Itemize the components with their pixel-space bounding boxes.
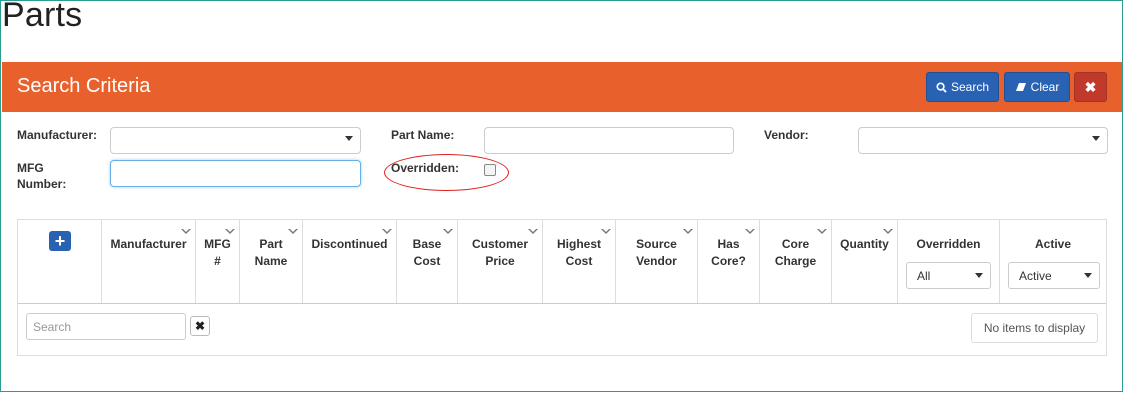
add-icon[interactable]: + xyxy=(49,231,71,251)
active-filter-value: Active xyxy=(1019,269,1052,283)
column-label: Base xyxy=(412,237,442,251)
sort-icon[interactable] xyxy=(683,229,693,234)
clear-button-label: Clear xyxy=(1030,80,1060,94)
sort-icon[interactable] xyxy=(443,229,453,234)
column-header-discontinued[interactable]: Discontinued xyxy=(303,220,397,303)
active-filter-select[interactable]: Active xyxy=(1008,262,1100,289)
column-label: Has xyxy=(717,237,740,251)
column-label: Source xyxy=(636,237,677,251)
mfg-number-label: MFG Number: xyxy=(17,160,66,192)
column-header-manufacturer[interactable]: Manufacturer xyxy=(102,220,196,303)
mfg-number-label-line2: Number: xyxy=(17,177,67,191)
manufacturer-select[interactable] xyxy=(110,127,361,154)
chevron-down-icon xyxy=(1092,136,1100,141)
overridden-filter-value: All xyxy=(917,269,931,283)
column-header-quantity[interactable]: Quantity xyxy=(832,220,898,303)
column-header-part-name[interactable]: Part Name xyxy=(240,220,303,303)
sort-icon[interactable] xyxy=(883,229,893,234)
overridden-filter-select[interactable]: All xyxy=(906,262,991,289)
add-column: + xyxy=(18,220,102,303)
column-label: Cost xyxy=(413,254,441,268)
close-button[interactable]: ✖ xyxy=(1074,72,1107,102)
close-icon: ✖ xyxy=(194,319,206,333)
part-name-label: Part Name: xyxy=(391,128,455,142)
column-label: MFG xyxy=(204,237,231,251)
search-icon xyxy=(936,81,947,93)
chevron-down-icon xyxy=(1084,273,1092,278)
overridden-checkbox[interactable] xyxy=(484,164,496,176)
grid-header: + Manufacturer MFG # Part Name Discontinue… xyxy=(18,220,1106,304)
sort-icon[interactable] xyxy=(601,229,611,234)
vendor-label: Vendor: xyxy=(764,128,809,142)
sort-icon[interactable] xyxy=(817,229,827,234)
column-label: Overridden xyxy=(916,237,981,251)
eraser-icon xyxy=(1015,83,1026,91)
column-label: Charge xyxy=(774,254,817,268)
search-button-label: Search xyxy=(950,80,990,94)
column-label: Customer xyxy=(471,237,528,251)
column-label: Name xyxy=(254,254,288,268)
column-label: Highest xyxy=(556,237,601,251)
add-icon-glyph: + xyxy=(54,231,66,251)
column-label: Manufacturer xyxy=(110,237,187,251)
column-label: Core? xyxy=(711,254,746,268)
column-header-active: Active Active xyxy=(1000,220,1106,303)
sort-icon[interactable] xyxy=(181,229,191,234)
column-label: Quantity xyxy=(840,237,889,251)
sort-icon[interactable] xyxy=(528,229,538,234)
column-label: Discontinued xyxy=(311,237,388,251)
column-header-source-vendor[interactable]: Source Vendor xyxy=(616,220,698,303)
page-title: Parts xyxy=(2,0,83,34)
mfg-number-label-line1: MFG xyxy=(17,161,44,175)
part-name-input[interactable] xyxy=(484,127,734,154)
chevron-down-icon xyxy=(345,136,353,141)
column-header-customer-price[interactable]: Customer Price xyxy=(458,220,543,303)
clear-button[interactable]: Clear xyxy=(1004,72,1070,102)
mfg-number-input[interactable] xyxy=(110,160,361,187)
sort-icon[interactable] xyxy=(382,229,392,234)
column-label: # xyxy=(214,254,221,268)
search-button[interactable]: Search xyxy=(926,72,999,102)
parts-grid: + Manufacturer MFG # Part Name Discontinue… xyxy=(17,219,1107,356)
column-header-has-core[interactable]: Has Core? xyxy=(698,220,760,303)
search-criteria-header: Search Criteria Search Clear ✖ xyxy=(2,62,1122,112)
column-header-mfg-number[interactable]: MFG # xyxy=(196,220,240,303)
panel-title: Search Criteria xyxy=(17,75,151,97)
clear-search-button[interactable]: ✖ xyxy=(190,316,210,336)
sort-icon[interactable] xyxy=(225,229,235,234)
close-icon: ✖ xyxy=(1084,78,1097,95)
manufacturer-label: Manufacturer: xyxy=(17,128,98,142)
column-label: Core xyxy=(781,237,810,251)
column-label: Vendor xyxy=(636,254,677,268)
column-header-overridden: Overridden All xyxy=(898,220,1000,303)
chevron-down-icon xyxy=(975,273,983,278)
column-label: Part xyxy=(259,237,283,251)
column-header-core-charge[interactable]: Core Charge xyxy=(760,220,832,303)
column-label: Price xyxy=(485,254,515,268)
column-label: Cost xyxy=(565,254,593,268)
empty-message: No items to display xyxy=(971,313,1098,343)
sort-icon[interactable] xyxy=(288,229,298,234)
grid-search-input[interactable]: Search xyxy=(26,313,186,340)
column-header-highest-cost[interactable]: Highest Cost xyxy=(543,220,616,303)
sort-icon[interactable] xyxy=(745,229,755,234)
column-header-base-cost[interactable]: Base Cost xyxy=(397,220,458,303)
overridden-label: Overridden: xyxy=(391,161,460,175)
column-label: Active xyxy=(1034,237,1072,251)
grid-search-placeholder: Search xyxy=(33,320,72,334)
vendor-select[interactable] xyxy=(858,127,1108,154)
